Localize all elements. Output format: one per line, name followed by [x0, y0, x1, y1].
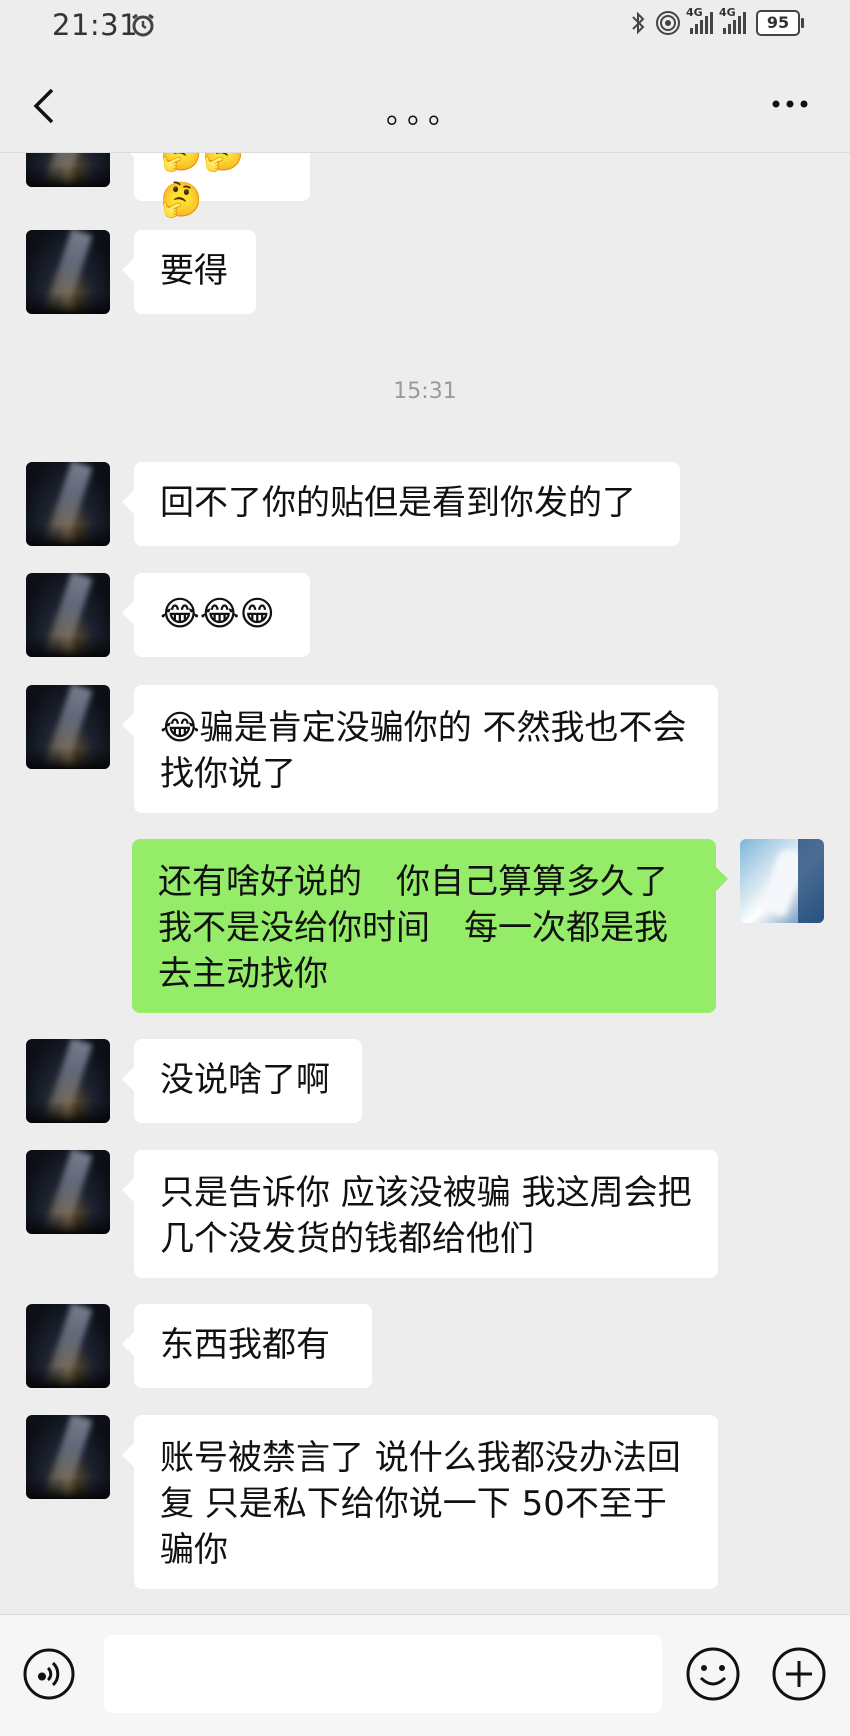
emoji-icon[interactable] — [684, 1645, 742, 1703]
voice-input-icon[interactable] — [22, 1647, 76, 1701]
more-options-icon[interactable] — [770, 96, 810, 112]
message-bubble[interactable]: 没说啥了啊 — [122, 1039, 362, 1123]
message-list[interactable]: 🤔🤔🤔 要得 15:31 回不了你的贴但是看到你发的了 😂😂😁 😂骗是肯定没骗你… — [0, 153, 850, 1613]
chat-title: 。。。 — [386, 96, 464, 131]
status-time: 21:31 — [52, 8, 139, 42]
contact-avatar[interactable] — [26, 1039, 110, 1123]
message-bubble[interactable]: 🤔🤔🤔 — [122, 153, 310, 220]
alarm-icon — [132, 13, 154, 37]
message-bubble[interactable]: 回不了你的贴但是看到你发的了 — [122, 462, 680, 546]
contact-avatar[interactable] — [26, 685, 110, 769]
battery-indicator: 95 — [756, 10, 804, 36]
signal-icon-2: 4G — [719, 6, 746, 34]
message-bubble[interactable]: 东西我都有 — [122, 1304, 372, 1388]
hotspot-icon — [656, 11, 680, 35]
bluetooth-icon — [632, 11, 645, 35]
message-bubble[interactable]: 账号被禁言了 说什么我都没办法回复 只是私下给你说一下 50不至于骗你 — [122, 1415, 718, 1589]
message-bubble[interactable]: 😂骗是肯定没骗你的 不然我也不会找你说了 — [122, 685, 718, 813]
user-avatar[interactable] — [740, 839, 824, 923]
message-bubble[interactable]: 要得 — [122, 230, 256, 314]
message-bubble[interactable]: 只是告诉你 应该没被骗 我这周会把几个没发货的钱都给他们 — [122, 1150, 718, 1278]
input-bar — [0, 1614, 850, 1736]
contact-avatar[interactable] — [26, 1150, 110, 1234]
message-timestamp: 15:31 — [393, 379, 457, 404]
contact-avatar[interactable] — [26, 462, 110, 546]
contact-avatar[interactable] — [26, 1304, 110, 1388]
status-icons: 4G 4G 95 — [630, 6, 804, 36]
message-bubble-self[interactable]: 还有啥好说的 你自己算算多久了 我不是没给你时间 每一次都是我去主动找你 — [132, 839, 728, 1013]
signal-icon-1: 4G — [686, 6, 713, 34]
nav-bar: 。。。 — [0, 52, 850, 153]
contact-avatar[interactable] — [26, 153, 110, 187]
contact-avatar[interactable] — [26, 1415, 110, 1499]
contact-avatar[interactable] — [26, 230, 110, 314]
message-input[interactable] — [104, 1635, 662, 1713]
contact-avatar[interactable] — [26, 573, 110, 657]
add-attachment-icon[interactable] — [770, 1645, 828, 1703]
status-bar: 21:31 4G 4G 95 — [0, 0, 850, 52]
message-bubble[interactable]: 😂😂😁 — [122, 573, 310, 657]
